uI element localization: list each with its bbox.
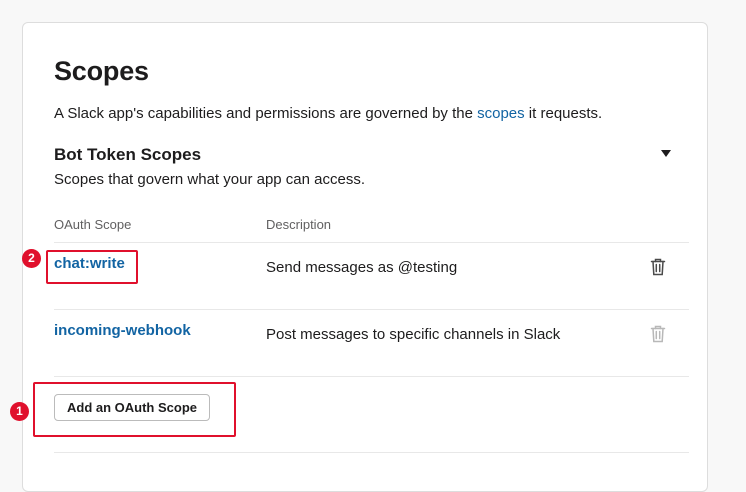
bot-token-scopes-subtitle: Scopes that govern what your app can acc… xyxy=(54,171,366,188)
page-title: Scopes xyxy=(54,56,149,86)
scope-chat-write[interactable]: chat:write xyxy=(54,255,125,272)
scope-chat-write-description: Send messages as @testing xyxy=(266,259,458,276)
annotation-badge-2: 2 xyxy=(22,249,41,268)
add-oauth-scope-button[interactable]: Add an OAuth Scope xyxy=(54,394,210,421)
caret-down-icon[interactable] xyxy=(660,149,672,159)
scope-incoming-webhook-description: Post messages to specific channels in Sl… xyxy=(266,326,561,343)
table-divider xyxy=(54,376,689,377)
section-divider xyxy=(54,452,689,453)
scope-incoming-webhook[interactable]: incoming-webhook xyxy=(54,322,191,339)
scopes-card xyxy=(22,22,708,492)
bot-token-scopes-title: Bot Token Scopes xyxy=(54,145,202,164)
oauth-scope-column-header: OAuth Scope xyxy=(54,217,132,232)
description-column-header: Description xyxy=(266,217,332,232)
intro-text-before: A Slack app's capabilities and permissio… xyxy=(54,105,478,122)
scopes-link[interactable]: scopes xyxy=(477,105,525,122)
intro-text: A Slack app's capabilities and permissio… xyxy=(54,105,602,122)
annotation-badge-1: 1 xyxy=(10,402,29,421)
trash-icon-disabled xyxy=(650,325,666,343)
table-divider xyxy=(54,309,689,310)
trash-icon[interactable] xyxy=(650,258,666,276)
table-divider xyxy=(54,242,689,243)
intro-text-after: it requests. xyxy=(524,105,603,122)
